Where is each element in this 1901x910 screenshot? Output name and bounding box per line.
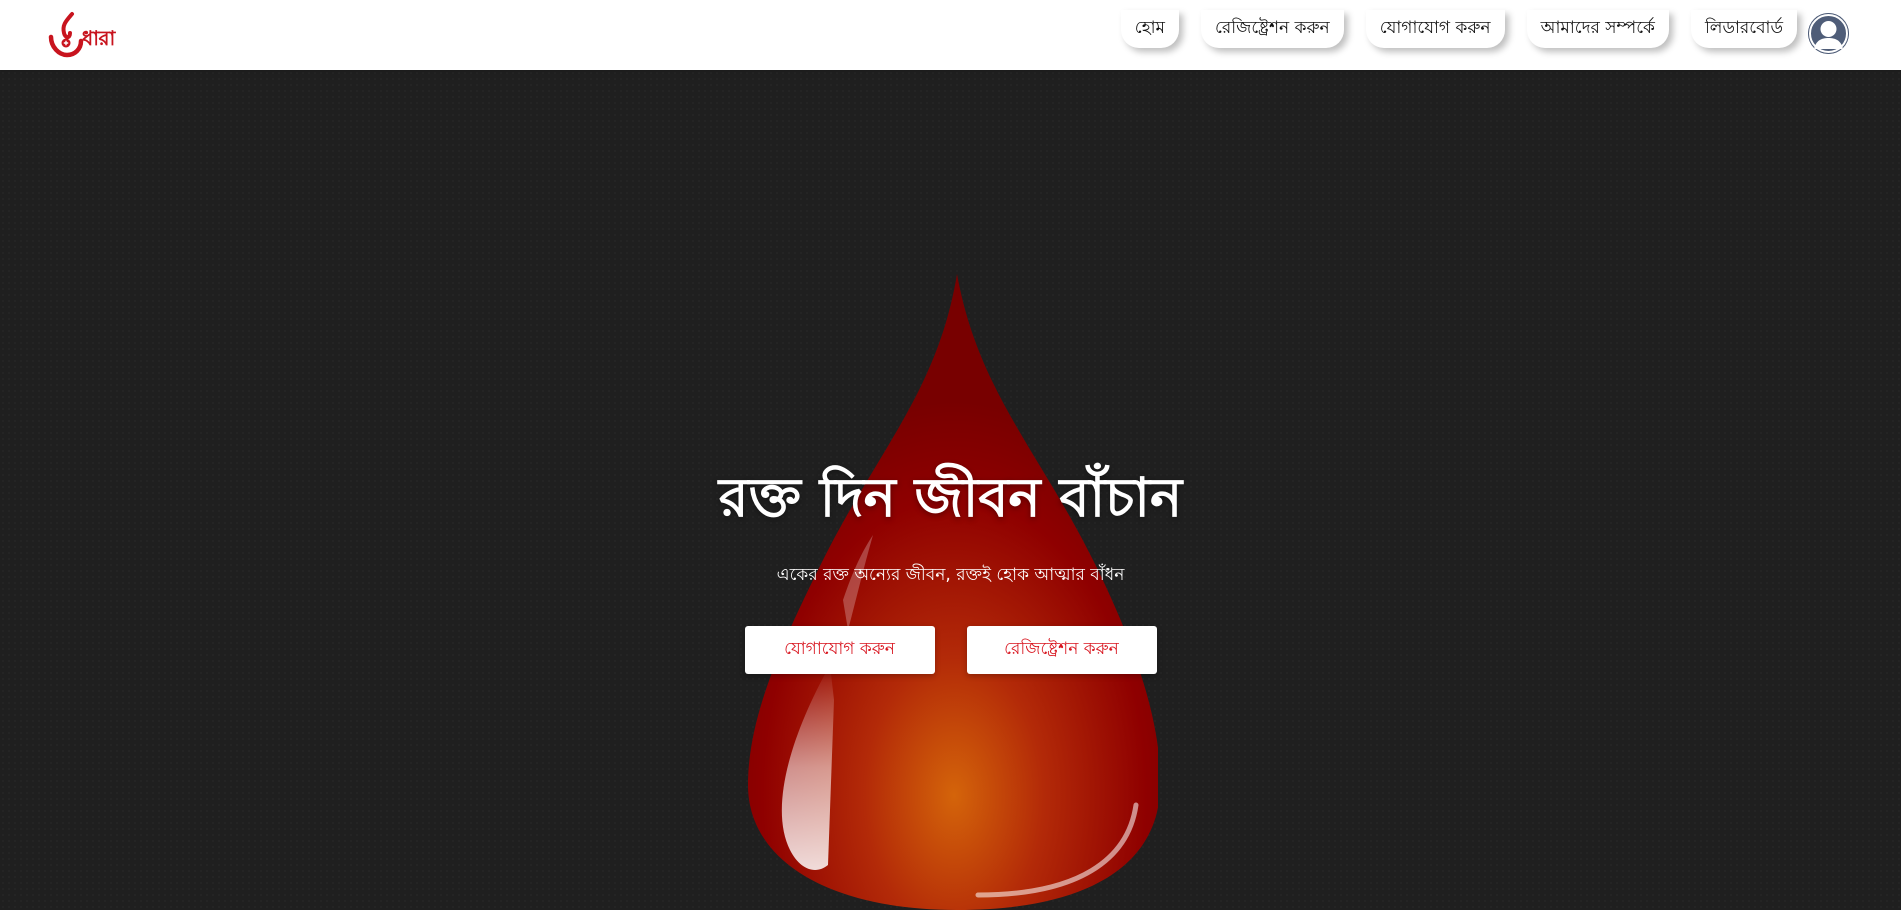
nav-home[interactable]: হোম bbox=[1120, 10, 1179, 48]
user-avatar[interactable] bbox=[1808, 13, 1849, 54]
contact-button[interactable]: যোগাযোগ করুন bbox=[744, 626, 935, 674]
nav-leaderboard[interactable]: লিডারবোর্ড bbox=[1690, 10, 1797, 48]
nav-about[interactable]: আমাদের সম্পর্কে bbox=[1526, 10, 1669, 48]
site-logo[interactable]: ধারা bbox=[48, 10, 132, 60]
main-nav: হোম রেজিষ্ট্রেশন করুন যোগাযোগ করুন আমাদে… bbox=[1120, 10, 1797, 48]
register-button[interactable]: রেজিষ্ট্রেশন করুন bbox=[966, 626, 1157, 674]
hero-section: রক্ত দিন জীবন বাঁচান একের রক্ত অন্যের জী… bbox=[0, 70, 1901, 910]
nav-register[interactable]: রেজিষ্ট্রেশন করুন bbox=[1201, 10, 1344, 48]
hero-subtitle: একের রক্ত অন্যের জীবন, রক্তই হোক আত্মার … bbox=[776, 565, 1125, 585]
hero-title: রক্ত দিন জীবন বাঁচান bbox=[718, 466, 1183, 529]
top-navbar: ধারা হোম রেজিষ্ট্রেশন করুন যোগাযোগ করুন … bbox=[0, 0, 1901, 70]
logo-text: ধারা bbox=[82, 26, 115, 50]
blood-drop-illustration bbox=[748, 274, 1158, 910]
user-avatar-icon bbox=[1808, 13, 1849, 54]
nav-contact[interactable]: যোগাযোগ করুন bbox=[1365, 10, 1505, 48]
hero-button-group: যোগাযোগ করুন রেজিষ্ট্রেশন করুন bbox=[0, 626, 1901, 674]
